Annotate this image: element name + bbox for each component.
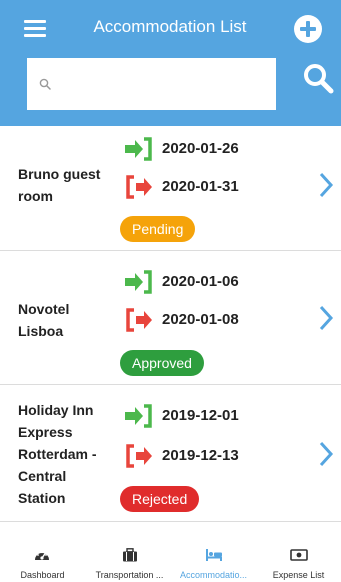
bed-icon (206, 549, 222, 561)
status-badge: Rejected (120, 486, 200, 512)
search-input[interactable] (57, 58, 267, 110)
checkout-row: 2020-01-31 (124, 174, 304, 200)
checkin-row: 2020-01-26 (124, 136, 304, 162)
checkout-date: 2020-01-31 (162, 178, 239, 195)
checkin-date: 2020-01-26 (162, 140, 239, 157)
bottom-tab-bar: Dashboard Transportation ... Accommodati… (0, 540, 341, 582)
tab-transportation[interactable]: Transportation ... (87, 540, 172, 582)
accommodation-card[interactable]: Bruno guest room 2020-01-26 2020-01-31 P… (0, 126, 341, 251)
status-badge: Approved (120, 350, 204, 376)
checkin-date: 2019-12-01 (162, 407, 239, 424)
tab-dashboard[interactable]: Dashboard (0, 540, 85, 582)
tab-label: Expense List (272, 570, 325, 580)
tab-label: Transportation ... (95, 570, 164, 580)
chevron-right-icon[interactable] (318, 172, 334, 198)
checkout-icon (126, 444, 152, 468)
briefcase-icon (123, 548, 137, 562)
tab-label: Accommodatio... (179, 570, 248, 580)
accommodation-card[interactable]: Novotel Lisboa 2020-01-06 2020-01-08 App… (0, 251, 341, 385)
status-badge: Pending (120, 216, 196, 242)
speedometer-icon (35, 551, 49, 560)
checkout-row: 2019-12-13 (124, 443, 304, 469)
checkin-row: 2019-12-01 (124, 403, 304, 429)
checkin-date: 2020-01-06 (162, 273, 239, 290)
hamburger-menu-icon[interactable] (24, 20, 46, 38)
checkin-icon (125, 137, 152, 161)
chevron-right-icon[interactable] (318, 305, 334, 331)
tab-label: Dashboard (20, 570, 65, 580)
checkout-icon (126, 175, 152, 199)
accommodation-name: Holiday Inn Express Rotterdam - Central … (18, 402, 97, 506)
checkin-icon (125, 270, 152, 294)
tab-accommodation[interactable]: Accommodatio... (171, 540, 256, 582)
checkout-icon (126, 308, 152, 332)
app-header: Accommodation List (0, 0, 341, 126)
accommodation-name: Novotel Lisboa (18, 301, 70, 339)
checkin-row: 2020-01-06 (124, 269, 304, 295)
accommodation-name: Bruno guest room (18, 166, 101, 204)
page-title: Accommodation List (93, 17, 247, 36)
chevron-right-icon[interactable] (318, 441, 334, 467)
accommodation-card[interactable]: Holiday Inn Express Rotterdam - Central … (0, 385, 341, 522)
search-box (27, 58, 276, 110)
tab-expense-list[interactable]: Expense List (256, 540, 341, 582)
search-icon[interactable] (300, 60, 336, 96)
checkin-icon (125, 404, 152, 428)
checkout-date: 2019-12-13 (162, 447, 239, 464)
plus-circle-icon[interactable] (294, 15, 322, 43)
checkout-row: 2020-01-08 (124, 307, 304, 333)
search-field-icon (39, 78, 51, 90)
money-bill-icon (290, 549, 308, 561)
checkout-date: 2020-01-08 (162, 311, 239, 328)
